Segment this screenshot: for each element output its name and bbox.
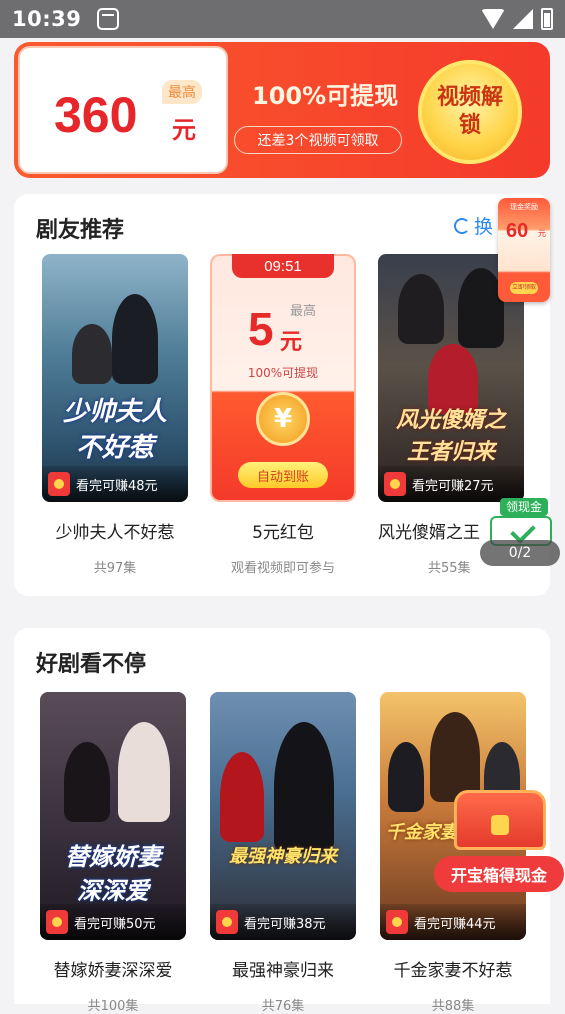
red-packet-title[interactable]: 5元红包	[210, 518, 356, 543]
poster-figure	[220, 752, 264, 842]
section-title: 好剧看不停	[36, 652, 147, 677]
reward-banner[interactable]: 360 元 最高 100%可提现 还差3个视频可领取 视频解锁	[14, 42, 550, 178]
banner-title: 100%可提现	[252, 82, 399, 110]
video-unlock-button[interactable]: 视频解锁	[418, 60, 522, 164]
banner-amount: 360	[54, 87, 138, 143]
poster-figure	[274, 722, 334, 852]
refresh-icon	[454, 217, 470, 234]
status-icons	[481, 8, 553, 30]
yuan-coin-icon: ¥	[256, 392, 310, 446]
drama-title[interactable]: 最强神豪归来	[210, 956, 356, 981]
float-reward-label: 现金奖励	[510, 203, 538, 211]
poster-title-art: 少帅夫人 不好惹	[62, 397, 167, 463]
earn-text: 看完可赚50元	[74, 916, 156, 932]
status-bar: 10:39	[0, 0, 565, 38]
earn-bar: 看完可赚44元	[380, 904, 526, 940]
red-packet-unit: 元	[280, 330, 303, 355]
float-reward-button[interactable]: 立即领取	[510, 282, 538, 294]
red-packet-note: 100%可提现	[247, 366, 319, 380]
red-packet-icon	[386, 910, 408, 934]
claim-cash-tag: 领现金	[500, 498, 548, 516]
notification-app-icon	[97, 8, 120, 30]
earn-bar: 看完可赚38元	[210, 904, 356, 940]
red-packet-icon	[48, 472, 70, 496]
episode-count: 共100集	[87, 999, 139, 1014]
floating-cash-reward[interactable]: 现金奖励 60 元 立即领取	[498, 198, 550, 302]
poster-figure	[112, 294, 158, 384]
earn-text: 看完可赚48元	[76, 478, 158, 494]
red-packet-icon	[46, 910, 68, 934]
red-packet-icon	[216, 910, 238, 934]
reward-ticket: 360 元 最高	[18, 42, 248, 178]
poster-title-art: 风光傻婿之 王者归来	[395, 407, 506, 465]
drama-poster[interactable]: 最强神豪归来 看完可赚38元	[210, 692, 356, 940]
wifi-icon	[481, 9, 505, 29]
signal-icon	[513, 9, 533, 29]
earn-text: 看完可赚27元	[412, 478, 494, 494]
poster-figure	[118, 722, 170, 822]
refresh-button[interactable]: 换	[454, 212, 493, 239]
drama-title[interactable]: 少帅夫人不好惹	[42, 518, 188, 543]
poster-figure	[398, 274, 444, 344]
poster-title-art: 最强神豪归来	[229, 846, 337, 867]
float-reward-amount: 60	[506, 220, 529, 242]
poster-figure	[64, 742, 110, 822]
banner-max-tag: 最高	[162, 80, 202, 104]
treasure-chest-label[interactable]: 开宝箱得现金	[434, 856, 564, 892]
earn-bar: 看完可赚48元	[42, 466, 188, 502]
poster-figure	[72, 324, 112, 384]
red-packet-icon	[384, 472, 406, 496]
status-time: 10:39	[12, 7, 82, 31]
floating-claim-cash[interactable]: 领现金 0/2	[480, 494, 562, 572]
earn-text: 看完可赚44元	[414, 916, 496, 932]
episode-count: 共97集	[93, 561, 137, 576]
red-packet-max-tag: 最高	[290, 304, 317, 319]
drama-title[interactable]: 替嫁娇妻深深爱	[40, 956, 186, 981]
auto-credit-button[interactable]: 自动到账	[238, 462, 328, 488]
earn-bar: 看完可赚50元	[40, 904, 186, 940]
refresh-label: 换	[474, 216, 494, 238]
episode-count: 共76集	[261, 999, 305, 1014]
drama-card[interactable]: 最强神豪归来 看完可赚38元 最强神豪归来 共76集	[210, 692, 356, 1014]
float-reward-unit: 元	[538, 229, 546, 238]
banner-subtitle: 还差3个视频可领取	[234, 126, 402, 154]
red-packet[interactable]: 09:51 最高 5 元 100%可提现 ¥ 自动到账	[210, 254, 356, 502]
section-recommend: 剧友推荐 换 少帅夫人 不好惹 看完可赚48元 少帅夫人不好惹 共97集 09:…	[14, 194, 550, 596]
earn-text: 看完可赚38元	[244, 916, 326, 932]
red-packet-amount: 5	[248, 303, 274, 355]
floating-treasure-chest[interactable]: 开宝箱得现金	[434, 790, 564, 896]
treasure-chest-icon	[454, 790, 546, 850]
episode-count: 共88集	[431, 999, 475, 1014]
battery-icon	[541, 8, 553, 30]
section-title: 剧友推荐	[36, 218, 125, 243]
drama-card[interactable]: 少帅夫人 不好惹 看完可赚48元 少帅夫人不好惹 共97集	[42, 254, 188, 576]
poster-figure	[388, 742, 424, 812]
drama-card[interactable]: 替嫁娇妻 深深爱 看完可赚50元 替嫁娇妻深深爱 共100集	[40, 692, 186, 1014]
red-packet-hint: 观看视频即可参与	[230, 561, 335, 576]
countdown-timer: 09:51	[232, 254, 334, 278]
poster-figure	[430, 712, 480, 802]
drama-title[interactable]: 千金家妻不好惹	[380, 956, 526, 981]
banner-unit: 元	[172, 116, 196, 144]
claim-progress: 0/2	[480, 540, 560, 566]
poster-title-art: 替嫁娇妻 深深爱	[65, 842, 161, 905]
red-packet-card[interactable]: 09:51 最高 5 元 100%可提现 ¥ 自动到账 5元红包 观看视频即可参…	[210, 254, 356, 576]
drama-poster[interactable]: 替嫁娇妻 深深爱 看完可赚50元	[40, 692, 186, 940]
drama-poster[interactable]: 少帅夫人 不好惹 看完可赚48元	[42, 254, 188, 502]
